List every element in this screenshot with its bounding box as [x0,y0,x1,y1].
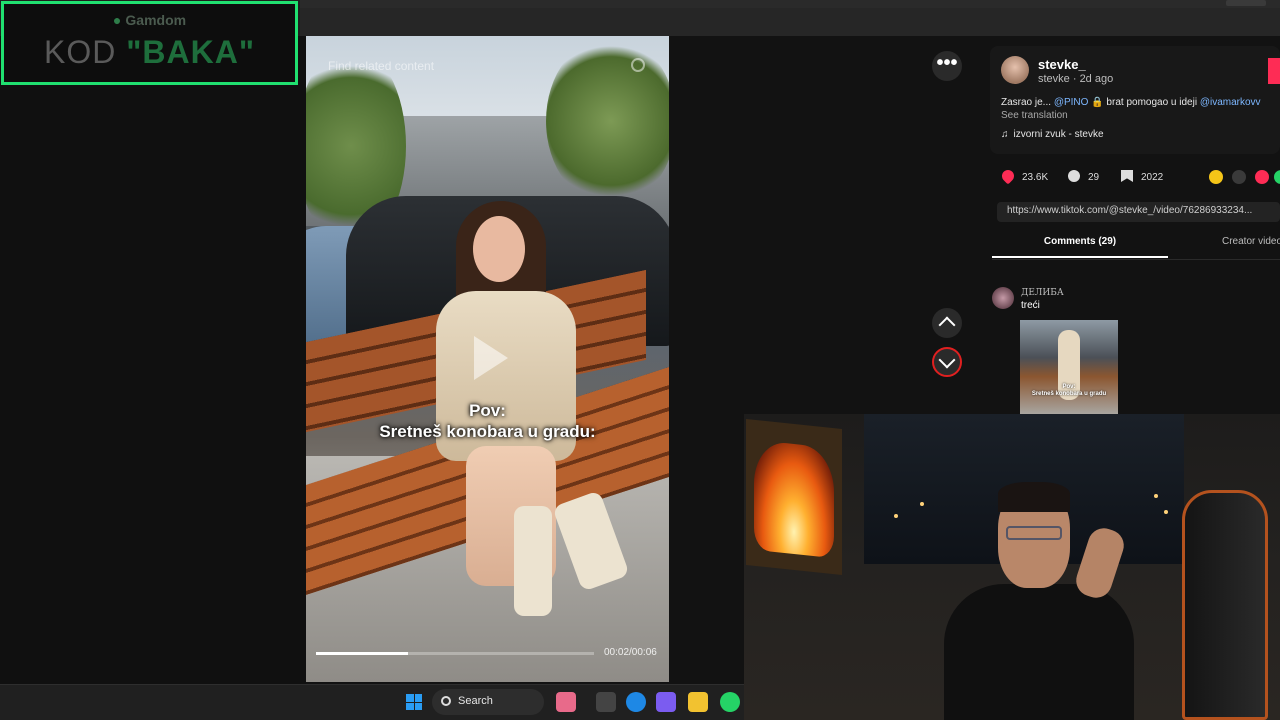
taskbar-search-label: Search [458,695,493,707]
comment-count: 29 [1088,172,1100,183]
play-icon[interactable] [474,336,508,380]
video-progress-fill [316,652,408,655]
tabs-divider [992,259,1280,260]
save-button[interactable]: 2022 [1121,170,1163,183]
author-username[interactable]: stevke_ [1038,57,1086,72]
tab-comments[interactable]: Comments (29) [992,236,1168,258]
like-count: 23.6K [1022,172,1049,183]
comment-username[interactable]: ДЕЛИБА [1021,288,1064,298]
task-view-icon[interactable] [596,692,616,712]
music-link[interactable]: ♫ izvorni zvuk - stevke [1001,129,1104,140]
more-options-button[interactable]: ••• [932,51,962,81]
streamer [934,482,1134,720]
embed-icon[interactable] [1232,170,1246,184]
chevron-down-icon [938,351,956,369]
next-video-button[interactable] [932,347,962,377]
gaming-chair [1182,490,1268,720]
bookmark-icon [1121,170,1133,182]
save-count: 2022 [1141,172,1164,183]
thumb-caption-2: Sretneš konobara u gradu [1031,391,1107,397]
desc-text: 🔒 brat pomogao u ideji [1088,97,1200,108]
video-url-field[interactable]: https://www.tiktok.com/@stevke_/video/76… [997,202,1280,222]
window-controls[interactable] [1226,0,1266,6]
promo-overlay: ● Gamdom KOD "BAKA" [1,1,298,85]
paw-icon: ● [112,12,122,28]
video-caption: Pov: Sretneš konobara u gradu: [306,400,669,442]
comment-text: treći [1021,300,1040,311]
comment-avatar[interactable] [992,287,1014,309]
browser-tabstrip[interactable] [300,0,1280,8]
video-timestamp: 00:02/00:06 [604,647,657,658]
mention-link[interactable]: @ivamarkovv [1200,97,1261,108]
edge-icon[interactable] [626,692,646,712]
taskbar-search[interactable]: Search [432,689,544,715]
video-scene-tree [546,36,669,206]
flowers-icon[interactable] [556,692,576,712]
music-label: izvorni zvuk - stevke [1013,129,1104,140]
chevron-up-icon [938,316,956,334]
share-friends-icon[interactable] [1209,170,1223,184]
video-player[interactable]: Find related content Pov: Sretneš konoba… [306,36,669,682]
desc-text: Zasrao je... [1001,97,1054,108]
left-empty-area [0,36,306,684]
video-progress-bar[interactable] [316,652,594,655]
comment-icon [1068,170,1080,182]
whatsapp-icon[interactable] [720,692,740,712]
like-button[interactable]: 23.6K [999,167,1049,185]
search-icon[interactable] [631,58,645,72]
tab-creator-videos[interactable]: Creator videos [1222,236,1280,247]
browser-address-bar[interactable] [300,8,1280,36]
find-related-link[interactable]: Find related content [328,59,434,73]
previous-video-button[interactable] [932,308,962,338]
promo-code-prefix: KOD [43,34,117,70]
see-translation-link[interactable]: See translation [1001,110,1068,121]
whatsapp-share-icon[interactable] [1274,170,1280,184]
heart-icon [999,167,1017,185]
mention-link[interactable]: @PINO [1054,97,1089,108]
copilot-icon[interactable] [656,692,676,712]
author-avatar[interactable] [1001,56,1029,84]
caption-line-1: Pov: [469,401,506,420]
promo-code-value: "BAKA" [126,34,255,70]
fireplace-screen [754,439,834,559]
follow-button[interactable] [1268,58,1280,84]
comment-image[interactable]: Pov: Sretneš konobara u gradu [1020,320,1118,414]
thumb-caption-1: Pov: [1062,384,1076,390]
post-description: Zasrao je... @PINO 🔒 brat pomogao u idej… [1001,97,1261,108]
webcam-tv [746,418,842,576]
music-note-icon: ♫ [1001,129,1009,140]
promo-brand: ● Gamdom [4,12,295,28]
search-icon [441,696,451,706]
promo-code: KOD "BAKA" [4,34,295,71]
screen: ● Gamdom KOD "BAKA" Find related content … [0,0,1280,720]
windows-start-icon[interactable] [406,694,422,710]
caption-line-2: Sretneš konobara u gradu: [379,422,596,441]
comment-button[interactable]: 29 [1068,170,1099,183]
webcam-overlay [744,414,1280,720]
promo-brand-label: Gamdom [125,12,187,28]
share-icon[interactable] [1255,170,1269,184]
author-subline: stevke · 2d ago [1038,73,1114,85]
windows-taskbar: Search [0,684,744,720]
file-explorer-icon[interactable] [688,692,708,712]
